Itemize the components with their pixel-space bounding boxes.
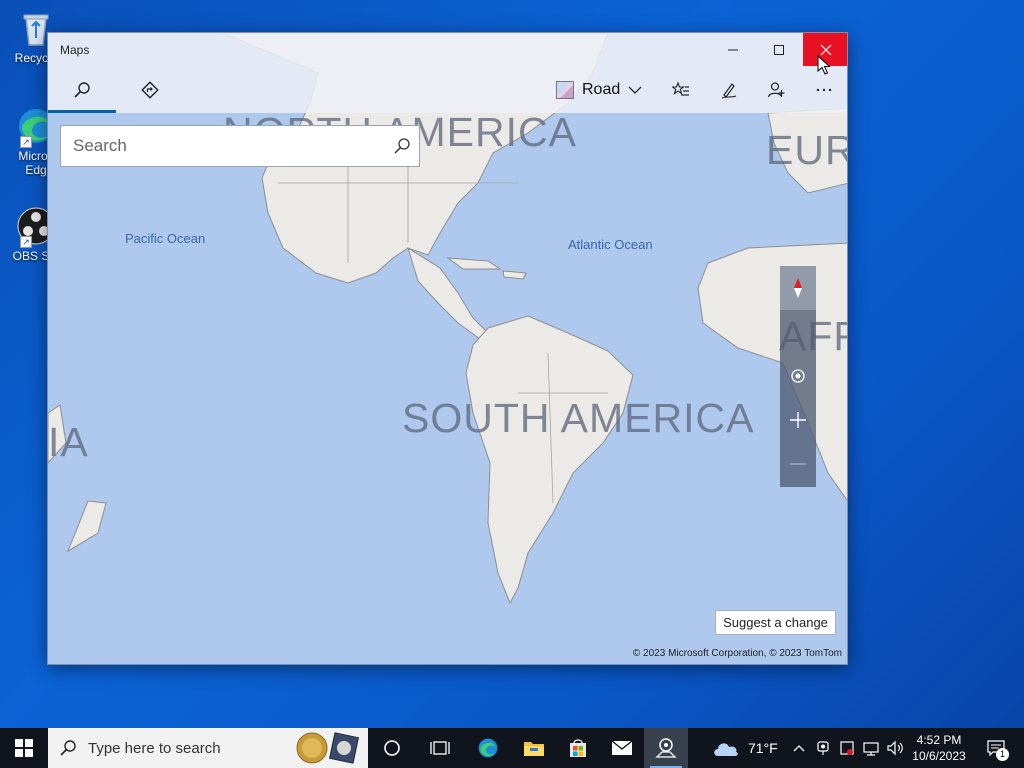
suggest-change-button[interactable]: Suggest a change [715, 610, 836, 635]
cortana-button[interactable] [370, 728, 414, 768]
road-map-thumbnail-icon [556, 81, 574, 99]
user-icon [767, 82, 785, 98]
ocean-label-atlantic: Atlantic Ocean [568, 237, 653, 252]
network-icon [863, 742, 879, 756]
search-submit-button[interactable] [385, 126, 419, 166]
tray-network[interactable] [859, 728, 883, 768]
cloud-icon [714, 743, 738, 756]
maps-window: Maps Road AMERICA EUR SOUTH AMERICA IA P… [47, 32, 848, 665]
more-icon [816, 88, 832, 92]
compass-button[interactable] [780, 266, 816, 310]
taskbar-file-explorer[interactable] [512, 728, 556, 768]
zoom-out-button[interactable] [780, 444, 816, 484]
ocean-label-pacific: Pacific Ocean [125, 231, 206, 246]
search-icon [394, 138, 410, 154]
tab-directions[interactable] [116, 67, 184, 113]
chevron-down-icon [628, 86, 642, 94]
mail-icon [611, 740, 633, 755]
clock-time: 4:52 PM [916, 733, 962, 747]
shortcut-arrow-icon: ↗ [20, 236, 32, 248]
zoom-in-button[interactable] [780, 400, 816, 440]
maps-icon [655, 738, 677, 758]
locate-me-button[interactable] [780, 356, 816, 396]
minimize-icon [728, 49, 738, 50]
weather-temperature: 71°F [748, 740, 778, 756]
store-icon [570, 739, 586, 757]
action-center-button[interactable]: 1 [978, 728, 1014, 768]
continent-label-asia: IA [48, 419, 89, 465]
webcam-icon [817, 741, 829, 755]
ink-pen-icon [721, 83, 737, 99]
weather-widget[interactable]: 71°F [712, 728, 778, 768]
favorites-icon [672, 81, 689, 96]
close-icon [820, 44, 832, 55]
window-title: Maps [60, 43, 90, 57]
taskbar: Type here to search 71°F 4:52 PM 10/6/20… [0, 728, 1024, 768]
map-style-label: Road [582, 81, 621, 98]
continent-label-europe: EUR [766, 127, 848, 173]
minimize-button[interactable] [710, 33, 756, 66]
task-view-button[interactable] [418, 728, 462, 768]
file-explorer-icon [524, 742, 544, 756]
zoom-out-icon [790, 463, 806, 465]
continent-label-south-america: SOUTH AMERICA [402, 395, 755, 441]
search-highlight-medal-icon [296, 731, 360, 765]
locate-me-icon [791, 369, 805, 383]
security-alert-icon [840, 741, 854, 755]
directions-icon [141, 81, 159, 99]
map-style-dropdown[interactable]: Road [556, 75, 642, 105]
volume-icon [887, 740, 903, 756]
shortcut-arrow-icon: ↗ [20, 136, 32, 148]
compass-icon [794, 278, 802, 298]
taskbar-mail[interactable] [600, 728, 644, 768]
map-copyright: © 2023 Microsoft Corporation, © 2023 Tom… [632, 648, 842, 659]
maximize-button[interactable] [756, 33, 802, 66]
app-toolbar: Road [48, 67, 847, 113]
tray-volume[interactable] [883, 728, 907, 768]
taskbar-edge[interactable] [466, 728, 510, 768]
show-hidden-icons-button[interactable] [787, 728, 811, 768]
edge-icon [478, 738, 498, 758]
title-bar[interactable]: Maps [48, 33, 847, 67]
taskbar-search-placeholder: Type here to search [88, 739, 221, 757]
clock-date: 10/6/2023 [912, 749, 966, 763]
cortana-icon [384, 740, 400, 756]
tray-webcam[interactable] [811, 728, 835, 768]
taskbar-store[interactable] [556, 728, 600, 768]
search-icon [48, 739, 88, 757]
windows-logo-icon [15, 739, 33, 757]
more-options-button[interactable] [809, 75, 839, 105]
task-view-icon [430, 741, 450, 755]
search-icon [74, 82, 90, 98]
search-box [60, 125, 420, 167]
notification-count-badge: 1 [996, 748, 1009, 761]
search-input[interactable] [61, 126, 385, 166]
mouse-cursor-icon [817, 55, 831, 75]
chevron-up-icon [793, 745, 805, 752]
favorites-button[interactable] [666, 75, 696, 105]
map-controls [780, 266, 816, 487]
start-button[interactable] [0, 728, 48, 768]
maximize-icon [774, 44, 784, 55]
sign-in-button[interactable] [761, 75, 791, 105]
taskbar-search-box[interactable]: Type here to search [48, 728, 368, 768]
taskbar-maps[interactable] [644, 728, 688, 768]
taskbar-clock[interactable]: 4:52 PM 10/6/2023 [906, 732, 972, 764]
zoom-in-icon [790, 412, 806, 428]
ink-button[interactable] [714, 75, 744, 105]
tray-security[interactable] [835, 728, 859, 768]
tab-search[interactable] [48, 67, 116, 113]
